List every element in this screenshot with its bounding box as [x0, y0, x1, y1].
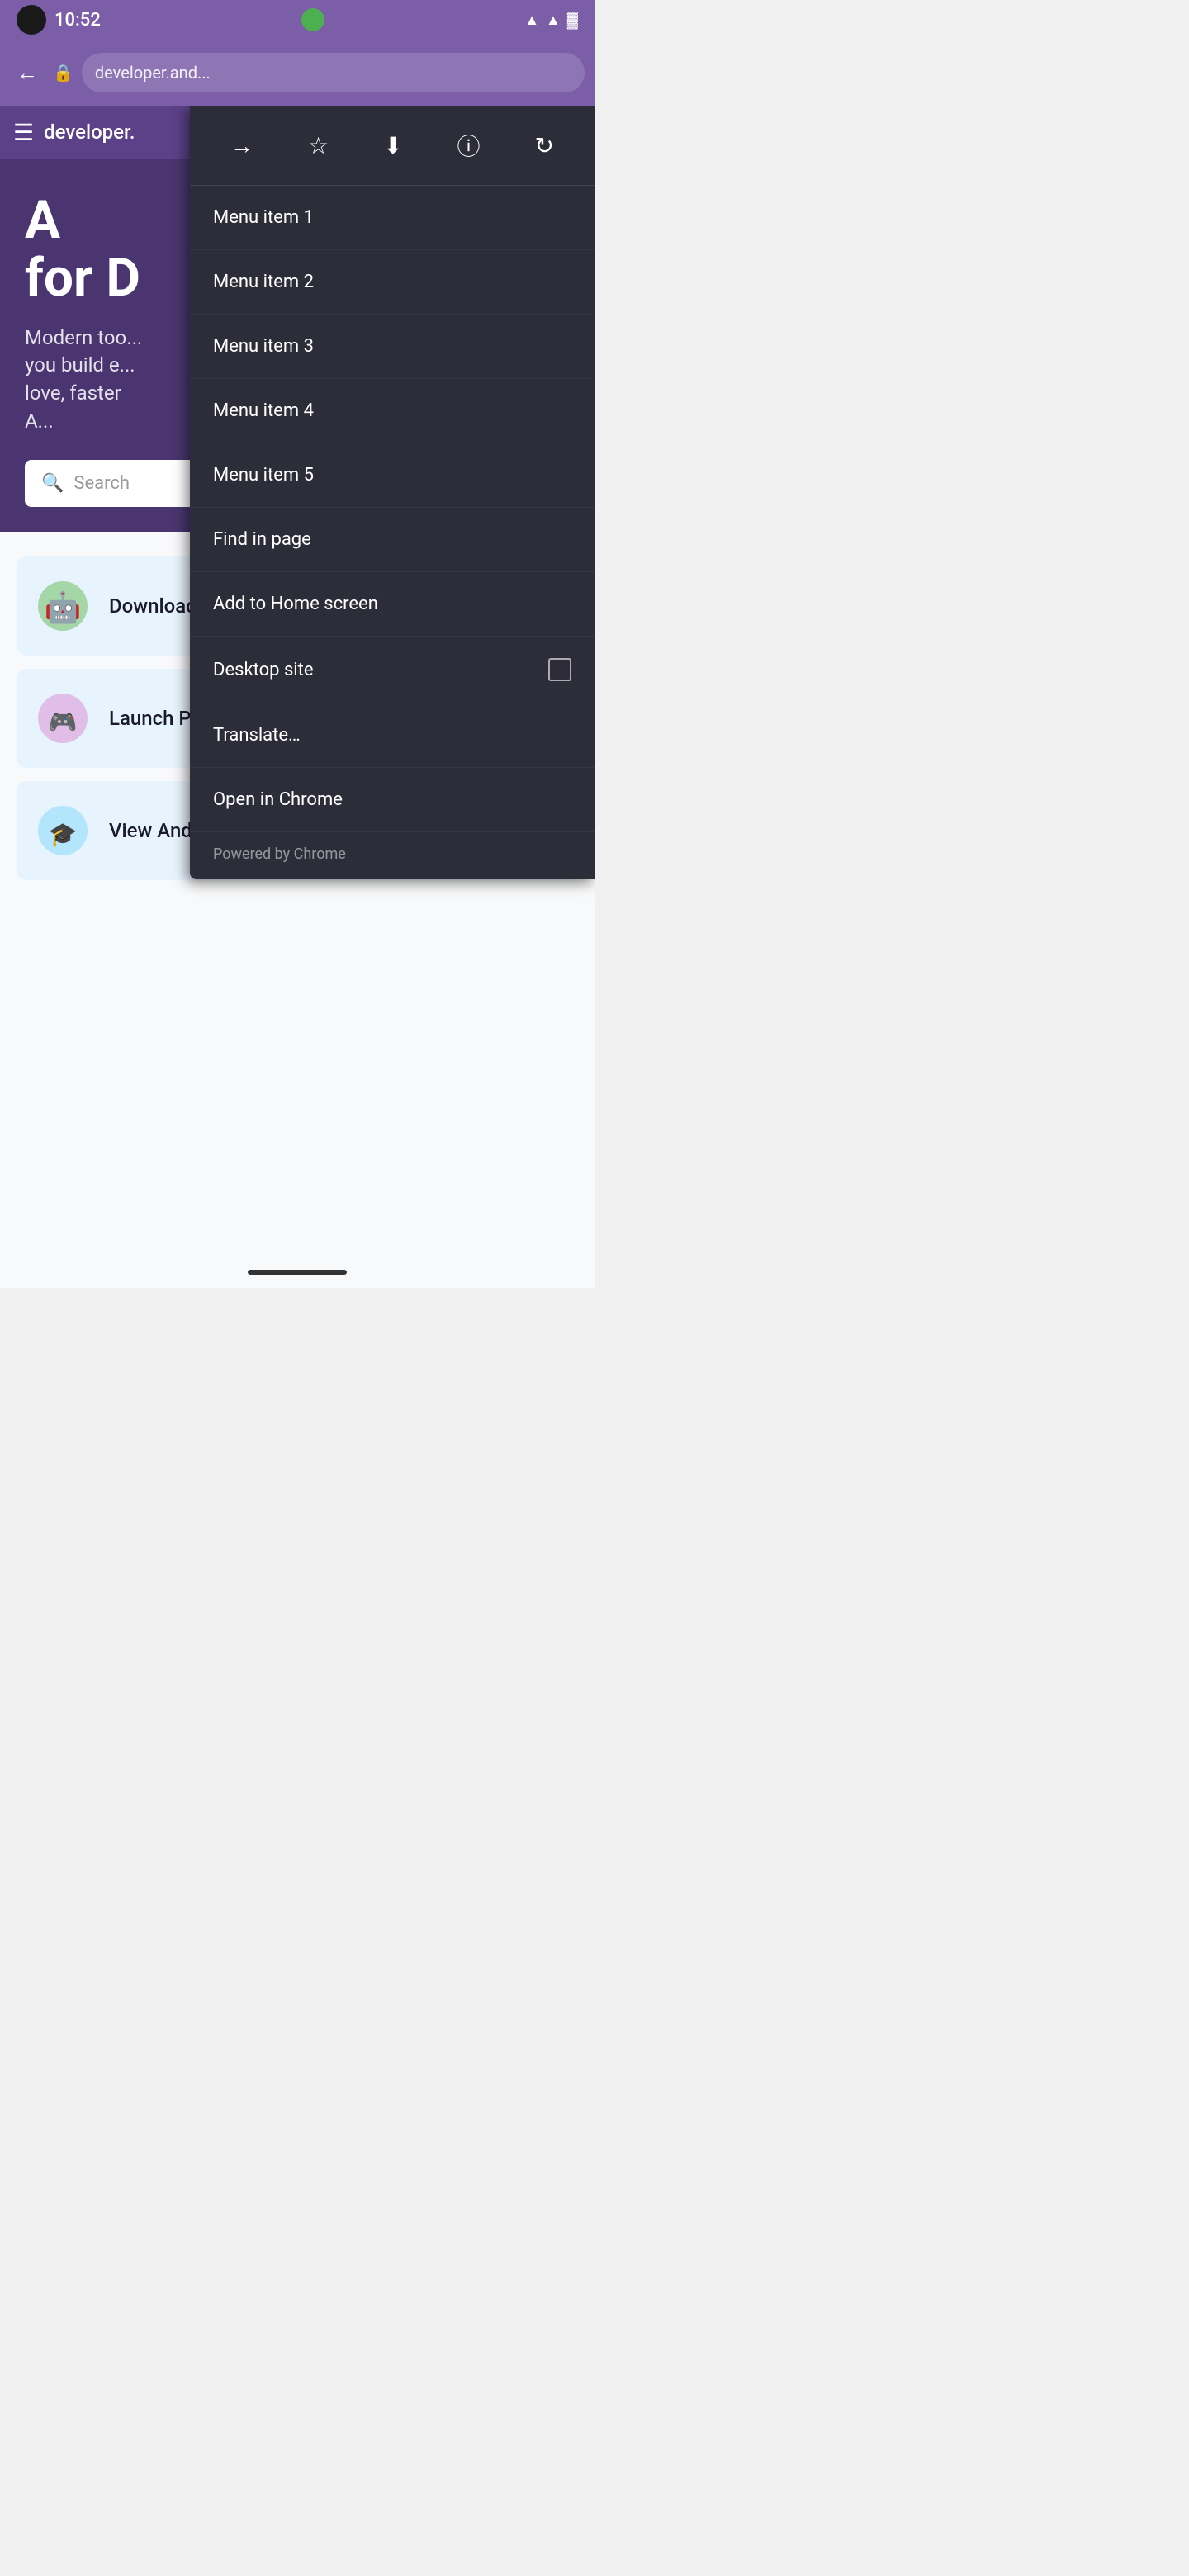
hamburger-icon[interactable]: ☰	[13, 119, 34, 146]
svg-text:🎮: 🎮	[49, 708, 78, 736]
url-bar[interactable]: developer.and...	[82, 53, 585, 92]
menu-item-label-8: Desktop site	[213, 660, 314, 680]
back-button[interactable]: ←	[10, 54, 45, 92]
search-icon: 🔍	[41, 473, 64, 494]
menu-item-8[interactable]: Desktop site	[190, 637, 594, 703]
play-console-icon: 🎮	[33, 689, 92, 748]
home-indicator	[248, 1270, 347, 1275]
svg-text:🎓: 🎓	[49, 821, 78, 848]
menu-item-5[interactable]: Menu item 5	[190, 443, 594, 508]
menu-item-7[interactable]: Add to Home screen	[190, 572, 594, 637]
menu-item-label-10: Open in Chrome	[213, 789, 343, 810]
wifi-icon: ▲	[524, 12, 539, 29]
search-placeholder: Search	[73, 473, 130, 494]
menu-item-4[interactable]: Menu item 4	[190, 379, 594, 443]
android-studio-icon: 🤖	[33, 576, 92, 636]
status-center-dot	[301, 8, 324, 31]
menu-item-label-1: Menu item 1	[213, 207, 314, 228]
status-bar: 10:52 ▲ ▲ ▓	[0, 0, 594, 40]
info-button[interactable]: ⓘ	[451, 122, 487, 168]
signal-icon: ▲	[546, 12, 561, 29]
refresh-button[interactable]: ↻	[528, 125, 561, 166]
status-bar-right: ▲ ▲ ▓	[524, 12, 578, 29]
dropdown-menu: → ☆ ⬇ ⓘ ↻ Menu item 1Menu item 2Menu ite…	[190, 106, 594, 879]
browser-chrome: ← 🔒 developer.and...	[0, 40, 594, 106]
menu-items-list: Menu item 1 Menu item 2 Menu item 3 Menu it…	[190, 186, 594, 832]
menu-item-label-7: Add to Home screen	[213, 594, 378, 614]
menu-item-1[interactable]: Menu item 1	[190, 186, 594, 250]
menu-item-9[interactable]: Translate…	[190, 703, 594, 768]
lock-icon: 🔒	[53, 63, 73, 83]
desktop-site-checkbox[interactable]	[548, 658, 571, 681]
battery-icon: ▓	[567, 12, 578, 29]
powered-by-footer: Powered by Chrome	[190, 832, 594, 879]
url-text: developer.and...	[95, 63, 211, 83]
status-bar-left: 10:52	[17, 5, 101, 35]
status-circle-icon	[17, 5, 46, 35]
menu-item-label-5: Menu item 5	[213, 465, 314, 485]
menu-item-2[interactable]: Menu item 2	[190, 250, 594, 315]
dropdown-toolbar: → ☆ ⬇ ⓘ ↻	[190, 106, 594, 186]
status-time: 10:52	[54, 10, 101, 31]
menu-item-6[interactable]: Find in page	[190, 508, 594, 572]
menu-item-10[interactable]: Open in Chrome	[190, 768, 594, 832]
android-courses-icon: 🎓	[33, 801, 92, 860]
forward-button[interactable]: →	[224, 125, 260, 166]
webpage: ☰ developer. A for D Modern too... you b…	[0, 106, 594, 1288]
menu-item-label-9: Translate…	[213, 725, 301, 746]
download-button[interactable]: ⬇	[377, 125, 409, 166]
menu-item-label-2: Menu item 2	[213, 272, 314, 292]
menu-item-label-3: Menu item 3	[213, 336, 314, 357]
page-logo: developer.	[44, 121, 135, 144]
menu-item-label-4: Menu item 4	[213, 400, 314, 421]
svg-text:🤖: 🤖	[45, 590, 82, 625]
bookmark-button[interactable]: ☆	[301, 125, 335, 166]
menu-item-label-6: Find in page	[213, 529, 311, 550]
menu-item-3[interactable]: Menu item 3	[190, 315, 594, 379]
